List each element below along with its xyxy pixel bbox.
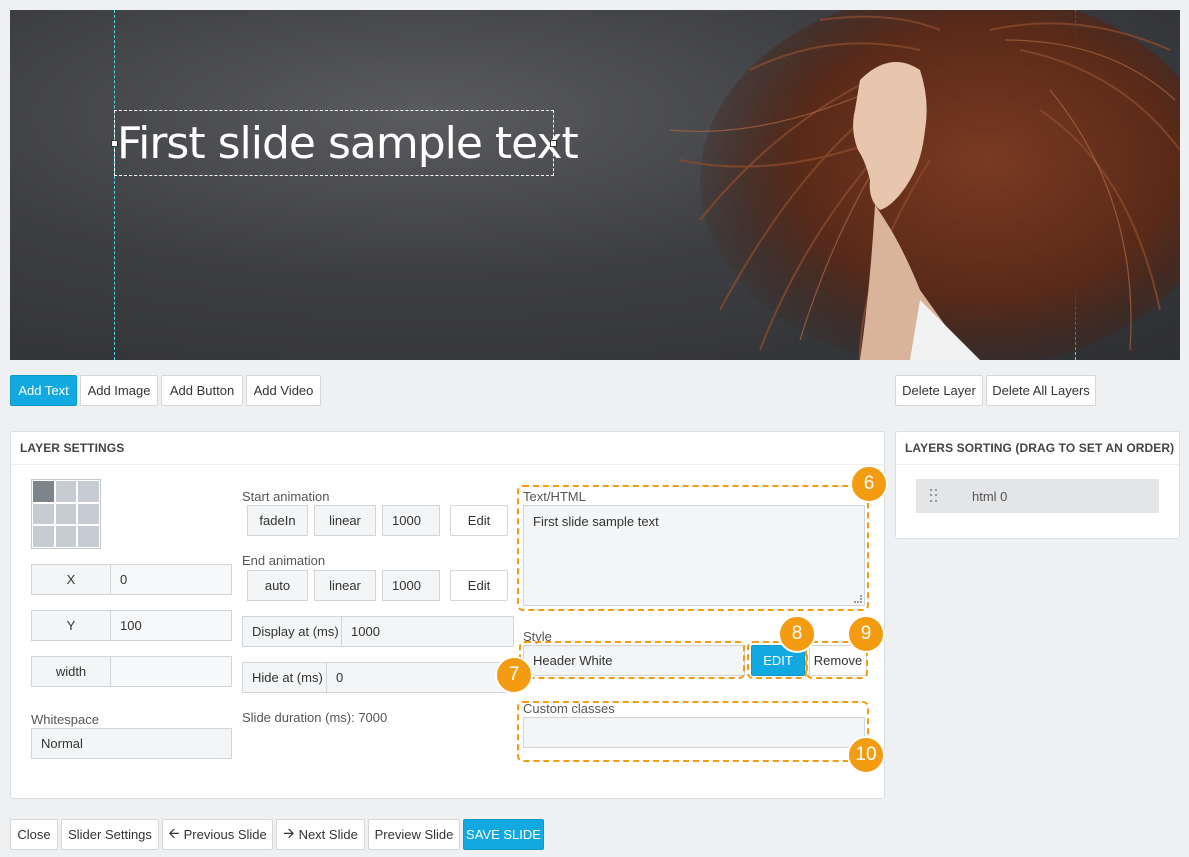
callout-9-badge: 9 bbox=[847, 615, 885, 653]
x-label: X bbox=[31, 564, 111, 595]
next-slide-label: Next Slide bbox=[298, 827, 358, 842]
text-layer[interactable]: First slide sample text bbox=[111, 110, 579, 176]
add-image-button[interactable]: Add Image bbox=[80, 375, 158, 406]
slide-preview[interactable]: First slide sample text bbox=[10, 10, 1180, 360]
start-animation-duration[interactable]: 1000 bbox=[382, 505, 440, 536]
hide-at-input[interactable]: 0 bbox=[326, 662, 514, 693]
end-animation-label: End animation bbox=[242, 553, 326, 568]
y-label: Y bbox=[31, 610, 111, 641]
previous-slide-label: Previous Slide bbox=[183, 827, 267, 842]
add-button-button[interactable]: Add Button bbox=[161, 375, 243, 406]
x-input[interactable]: 0 bbox=[110, 564, 232, 595]
delete-all-layers-button[interactable]: Delete All Layers bbox=[986, 375, 1096, 406]
align-bottom-right[interactable] bbox=[78, 526, 99, 547]
layer-sort-item[interactable]: html 0 bbox=[916, 479, 1159, 513]
drag-handle-icon[interactable] bbox=[930, 489, 938, 503]
add-text-button[interactable]: Add Text bbox=[10, 375, 77, 406]
align-top-right[interactable] bbox=[78, 481, 99, 502]
layers-sorting-panel: LAYERS SORTING (DRAG TO SET AN ORDER) ht… bbox=[895, 431, 1180, 539]
align-top-center[interactable] bbox=[55, 481, 77, 502]
add-video-button[interactable]: Add Video bbox=[246, 375, 321, 406]
previous-slide-button[interactable]: 🡨 Previous Slide bbox=[162, 819, 273, 850]
align-middle-right[interactable] bbox=[78, 503, 99, 525]
delete-layer-button[interactable]: Delete Layer bbox=[895, 375, 983, 406]
align-bottom-center[interactable] bbox=[55, 526, 77, 547]
whitespace-label: Whitespace bbox=[31, 712, 99, 727]
whitespace-select[interactable]: Normal bbox=[31, 728, 232, 759]
left-guide-line bbox=[114, 10, 115, 360]
align-top-left[interactable] bbox=[33, 481, 54, 502]
end-animation-effect[interactable]: auto bbox=[247, 570, 308, 601]
callout-6-highlight bbox=[517, 485, 869, 611]
slide-duration-text: Slide duration (ms): 7000 bbox=[242, 710, 388, 725]
callout-7-highlight bbox=[519, 641, 745, 679]
width-label: width bbox=[31, 656, 111, 687]
align-bottom-left[interactable] bbox=[33, 526, 54, 547]
start-animation-easing[interactable]: linear bbox=[314, 505, 376, 536]
layers-sorting-title: LAYERS SORTING (DRAG TO SET AN ORDER) bbox=[896, 432, 1179, 465]
preview-slide-button[interactable]: Preview Slide bbox=[368, 819, 460, 850]
start-animation-label: Start animation bbox=[242, 489, 330, 504]
arrow-left-icon: 🡨 bbox=[168, 824, 180, 841]
end-animation-edit-button[interactable]: Edit bbox=[450, 570, 508, 601]
slider-settings-button[interactable]: Slider Settings bbox=[61, 819, 159, 850]
next-slide-button[interactable]: 🡪 Next Slide bbox=[276, 819, 365, 850]
text-layer-content: First slide sample text bbox=[117, 118, 579, 169]
start-animation-effect[interactable]: fadeIn bbox=[247, 505, 308, 536]
callout-8-badge: 8 bbox=[778, 615, 816, 653]
callout-6-badge: 6 bbox=[850, 465, 888, 503]
woman-hair-image bbox=[669, 10, 1180, 360]
resize-handle-left[interactable] bbox=[111, 140, 118, 147]
callout-7-badge: 7 bbox=[495, 656, 533, 694]
close-button[interactable]: Close bbox=[10, 819, 58, 850]
layer-settings-title: LAYER SETTINGS bbox=[11, 432, 884, 465]
save-slide-button[interactable]: SAVE SLIDE bbox=[463, 819, 544, 850]
width-input[interactable] bbox=[110, 656, 232, 687]
callout-10-highlight bbox=[517, 701, 869, 762]
align-middle-left[interactable] bbox=[33, 503, 54, 525]
align-middle-center[interactable] bbox=[55, 503, 77, 525]
end-animation-duration[interactable]: 1000 bbox=[382, 570, 440, 601]
alignment-grid[interactable] bbox=[31, 479, 101, 549]
end-animation-easing[interactable]: linear bbox=[314, 570, 376, 601]
arrow-right-icon: 🡪 bbox=[283, 824, 295, 841]
start-animation-edit-button[interactable]: Edit bbox=[450, 505, 508, 536]
y-input[interactable]: 100 bbox=[110, 610, 232, 641]
hide-at-label: Hide at (ms) bbox=[242, 662, 327, 693]
layer-sort-item-label: html 0 bbox=[972, 488, 1008, 504]
resize-handle-right[interactable] bbox=[550, 140, 557, 147]
display-at-label: Display at (ms) bbox=[242, 616, 342, 647]
callout-10-badge: 10 bbox=[847, 736, 885, 774]
display-at-input[interactable]: 1000 bbox=[341, 616, 514, 647]
